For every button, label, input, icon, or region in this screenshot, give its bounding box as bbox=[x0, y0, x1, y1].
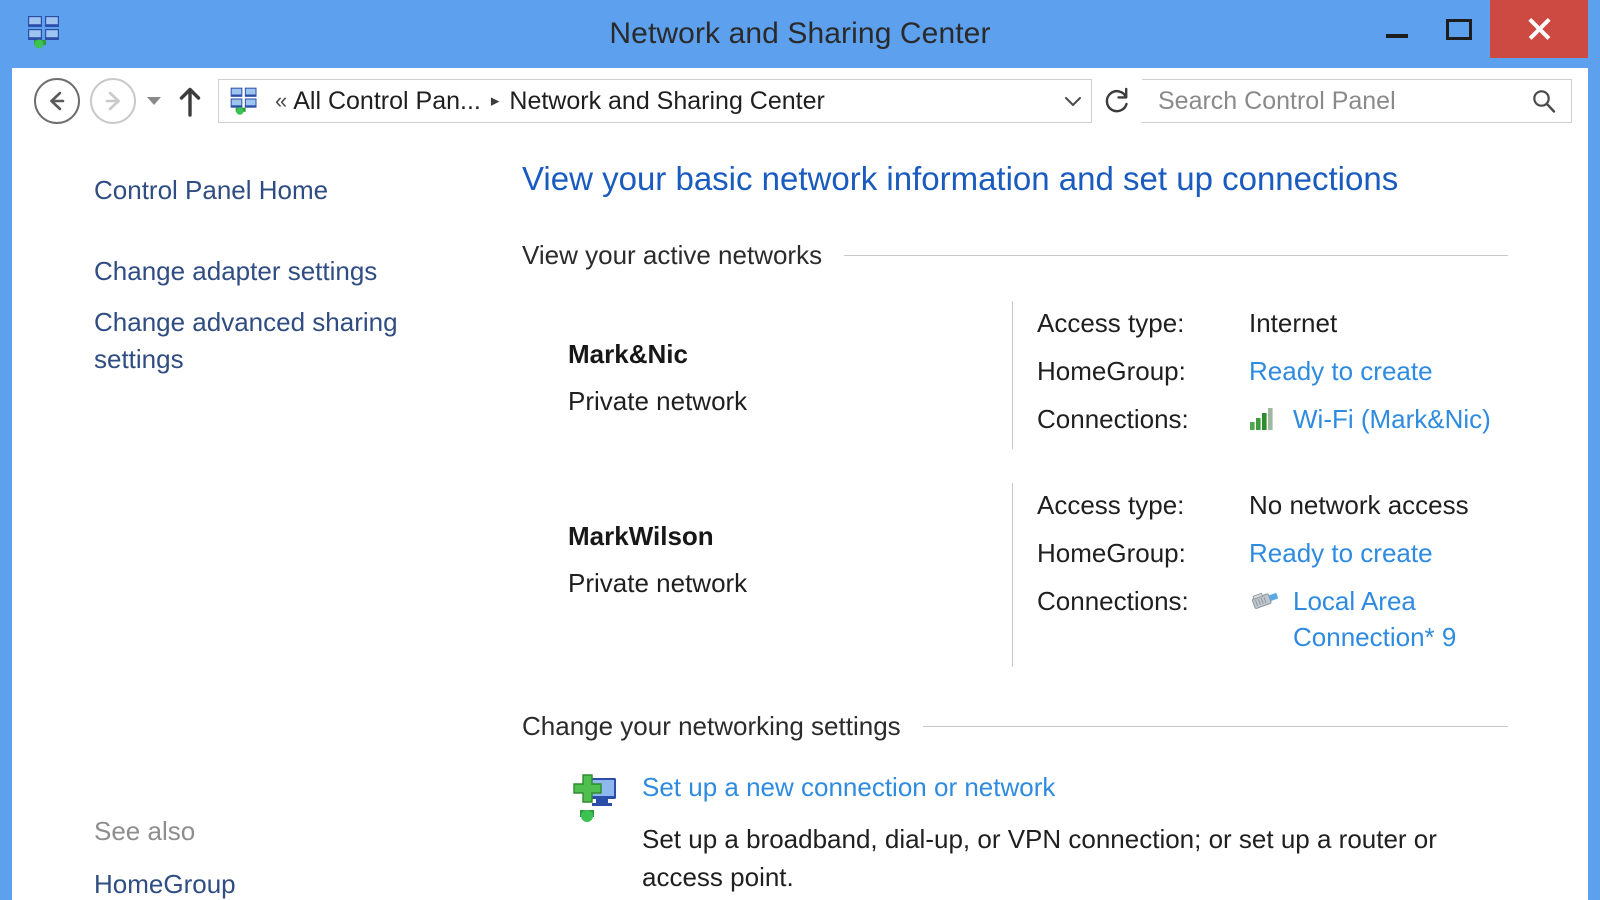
network-identity: MarkWilson Private network bbox=[522, 483, 1012, 599]
networking-settings-section: Change your networking settings Set up a… bbox=[522, 711, 1508, 896]
detail-value: No network access bbox=[1249, 489, 1469, 520]
forward-button[interactable] bbox=[90, 78, 136, 124]
network-type: Private network bbox=[568, 386, 748, 416]
content-split: Control Panel Home Change adapter settin… bbox=[12, 134, 1588, 900]
wifi-signal-icon bbox=[1249, 401, 1293, 431]
chevron-down-icon bbox=[147, 97, 161, 105]
recent-locations-dropdown[interactable] bbox=[140, 78, 168, 124]
detail-row-homegroup: HomeGroup: Ready to create bbox=[1037, 535, 1508, 572]
homegroup-ready-to-create-link[interactable]: Ready to create bbox=[1249, 535, 1433, 572]
network-name: MarkWilson bbox=[568, 520, 714, 551]
detail-row-homegroup: HomeGroup: Ready to create bbox=[1037, 353, 1508, 390]
sidebar-item-change-advanced-sharing-settings[interactable]: Change advanced sharing settings bbox=[94, 304, 424, 378]
back-button[interactable] bbox=[34, 78, 80, 124]
address-dropdown-chevron-icon[interactable] bbox=[1055, 94, 1091, 108]
section-divider bbox=[922, 726, 1508, 728]
network-name: Mark&Nic bbox=[568, 339, 688, 369]
local-area-connection-link[interactable]: Local Area Connection* 9 bbox=[1293, 586, 1456, 653]
forward-arrow-icon bbox=[105, 91, 120, 111]
wifi-connection-link-wrap: Wi-Fi (Mark&Nic) bbox=[1293, 401, 1508, 438]
window-controls bbox=[1366, 0, 1588, 58]
section-divider bbox=[844, 255, 1508, 256]
ethernet-cable-icon bbox=[1249, 583, 1293, 613]
new-connection-icon bbox=[568, 772, 642, 831]
minimize-button[interactable] bbox=[1366, 0, 1428, 58]
active-networks-section-header: View your active networks bbox=[522, 240, 1508, 271]
refresh-button[interactable] bbox=[1092, 79, 1142, 123]
section-title: Change your networking settings bbox=[522, 711, 901, 742]
search-input[interactable] bbox=[1142, 86, 1517, 116]
search-icon[interactable] bbox=[1517, 87, 1571, 115]
refresh-icon bbox=[1105, 87, 1128, 113]
detail-label: Access type: bbox=[1037, 308, 1185, 338]
up-one-level-button[interactable] bbox=[168, 78, 212, 124]
close-icon bbox=[1524, 14, 1554, 44]
detail-row-access-type: Access type: Internet bbox=[1037, 305, 1508, 342]
main-content: View your basic network information and … bbox=[502, 134, 1588, 900]
address-bar[interactable]: « All Control Pan... ▸ Network and Shari… bbox=[218, 79, 1092, 123]
network-monitors-icon bbox=[229, 86, 259, 116]
detail-value: Internet bbox=[1249, 308, 1338, 338]
sidebar: Control Panel Home Change adapter settin… bbox=[12, 134, 502, 900]
sidebar-item-homegroup[interactable]: HomeGroup bbox=[94, 869, 236, 899]
networking-settings-section-header: Change your networking settings bbox=[522, 711, 1508, 742]
maximize-button[interactable] bbox=[1428, 0, 1490, 58]
vertical-divider bbox=[1012, 482, 1013, 668]
window-title: Network and Sharing Center bbox=[609, 17, 991, 50]
setting-description: Set up a broadband, dial-up, or VPN conn… bbox=[642, 824, 1437, 893]
breadcrumb-item-network-sharing-center[interactable]: Network and Sharing Center bbox=[509, 87, 824, 116]
page-title: View your basic network information and … bbox=[522, 160, 1399, 197]
network-type: Private network bbox=[568, 567, 748, 598]
lan-connection-link-wrap: Local Area Connection* 9 bbox=[1293, 583, 1508, 657]
set-up-new-connection-link[interactable]: Set up a new connection or network bbox=[642, 772, 1508, 803]
application-window: Network and Sharing Center « All Control… bbox=[0, 0, 1600, 900]
see-also-section: See also HomeGroup bbox=[94, 816, 454, 900]
detail-row-connections: Connections: Local Area Connection* 9 bbox=[1037, 583, 1508, 657]
network-entry: MarkWilson Private network Access type: … bbox=[522, 482, 1508, 668]
network-details: Access type: No network access HomeGroup… bbox=[1037, 483, 1508, 668]
maximize-icon bbox=[1446, 18, 1472, 40]
breadcrumb-separator-icon: ▸ bbox=[490, 91, 500, 110]
back-arrow-icon bbox=[50, 91, 65, 111]
homegroup-ready-to-create-link[interactable]: Ready to create bbox=[1249, 353, 1433, 390]
detail-label: Access type: bbox=[1037, 489, 1185, 520]
detail-label: Connections: bbox=[1037, 585, 1189, 616]
setting-new-connection: Set up a new connection or network Set u… bbox=[522, 772, 1508, 896]
sidebar-item-change-adapter-settings[interactable]: Change adapter settings bbox=[94, 253, 424, 290]
search-box[interactable] bbox=[1142, 79, 1572, 123]
network-monitors-icon bbox=[26, 14, 62, 50]
minimize-icon bbox=[1386, 34, 1408, 38]
detail-label: HomeGroup: bbox=[1037, 537, 1186, 568]
wifi-connection-link[interactable]: Wi-Fi (Mark&Nic) bbox=[1293, 404, 1491, 434]
section-title: View your active networks bbox=[522, 240, 823, 270]
network-entry: Mark&Nic Private network Access type: In… bbox=[522, 301, 1508, 449]
client-area: « All Control Pan... ▸ Network and Shari… bbox=[12, 68, 1588, 900]
title-bar: Network and Sharing Center bbox=[12, 0, 1588, 68]
network-identity: Mark&Nic Private network bbox=[522, 301, 1012, 417]
sidebar-item-control-panel-home[interactable]: Control Panel Home bbox=[94, 172, 424, 209]
breadcrumb-item-all-control-panel[interactable]: All Control Pan... bbox=[293, 87, 481, 116]
breadcrumb-leading-chevron: « bbox=[275, 88, 288, 113]
detail-row-connections: Connections: Wi-Fi (Mark&Nic) bbox=[1037, 401, 1508, 438]
detail-row-access-type: Access type: No network access bbox=[1037, 487, 1508, 524]
network-details: Access type: Internet HomeGroup: Ready t… bbox=[1037, 301, 1508, 449]
close-button[interactable] bbox=[1490, 0, 1588, 58]
detail-label: Connections: bbox=[1037, 403, 1189, 434]
see-also-label: See also bbox=[94, 816, 196, 846]
detail-label: HomeGroup: bbox=[1037, 355, 1186, 386]
setting-body: Set up a new connection or network Set u… bbox=[642, 772, 1508, 896]
vertical-divider bbox=[1012, 301, 1013, 449]
up-arrow-icon bbox=[179, 87, 201, 117]
navigation-toolbar: « All Control Pan... ▸ Network and Shari… bbox=[12, 68, 1588, 134]
